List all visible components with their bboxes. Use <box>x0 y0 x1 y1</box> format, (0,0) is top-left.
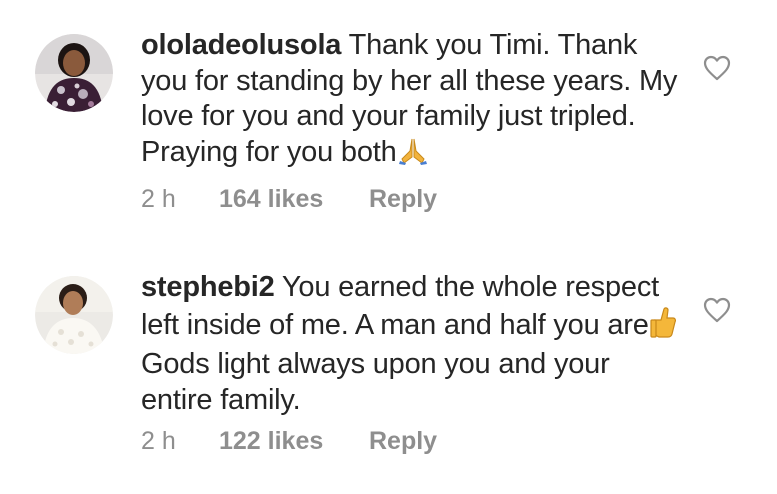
reply-button[interactable]: Reply <box>369 185 437 214</box>
avatar[interactable] <box>35 276 113 354</box>
comment-username[interactable]: ololadeolusola <box>141 29 341 61</box>
comment-text: stephebi2 You earned the whole respect l… <box>141 270 686 418</box>
comment-likes[interactable]: 164 likes <box>219 185 369 214</box>
avatar-image <box>35 276 113 354</box>
comment-time: 2 h <box>141 427 176 455</box>
comment-text: ololadeolusola Thank you Timi. Thank you… <box>141 28 686 174</box>
avatar[interactable] <box>35 34 113 112</box>
comment-likes[interactable]: 122 likes <box>219 427 369 456</box>
heart-outline-icon[interactable] <box>703 55 731 81</box>
avatar-image <box>35 34 113 112</box>
thumbs-up-emoji <box>650 306 676 348</box>
reply-button[interactable]: Reply <box>369 427 437 456</box>
comment-time: 2 h <box>141 185 176 213</box>
comment-meta: 2 h 122 likes Reply <box>141 427 437 456</box>
comment-body-continued: Gods light always upon you and your enti… <box>141 348 610 416</box>
comment-username[interactable]: stephebi2 <box>141 271 275 303</box>
folded-hands-emoji <box>398 137 428 175</box>
comment-meta: 2 h 164 likes Reply <box>141 185 437 214</box>
heart-outline-icon[interactable] <box>703 297 731 323</box>
